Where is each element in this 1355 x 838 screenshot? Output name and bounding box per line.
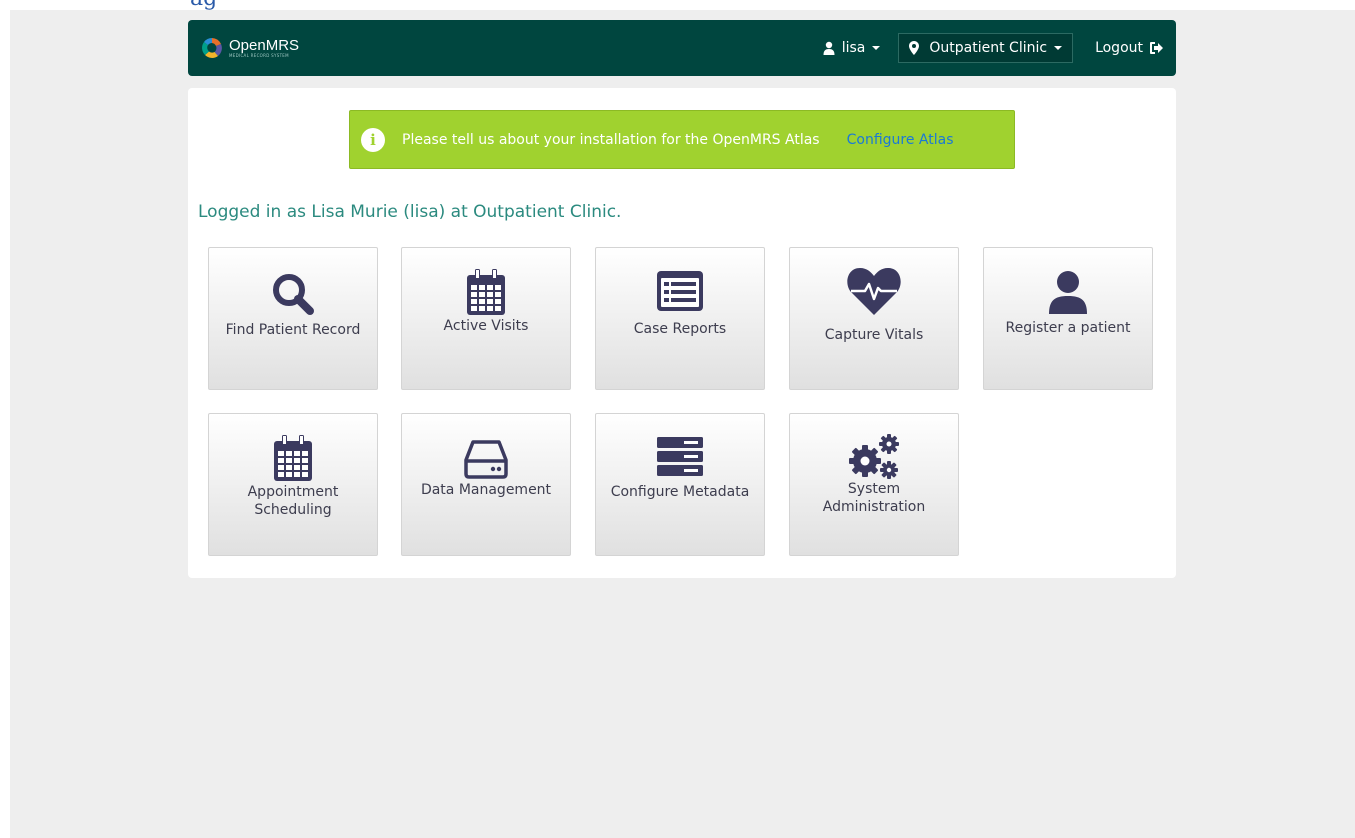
logo-name: OpenMRS — [229, 37, 300, 54]
search-icon — [273, 274, 314, 315]
tile-label: Configure Metadata — [610, 484, 750, 500]
top-navbar: OpenMRS MEDICAL RECORD SYSTEM lisa Outpa… — [188, 20, 1176, 76]
logout-label: Logout — [1095, 40, 1143, 56]
cropped-heading: ag — [190, 0, 270, 10]
tile-label: Find Patient Record — [225, 322, 361, 338]
hdd-icon — [464, 440, 508, 479]
user-name: lisa — [841, 40, 866, 56]
user-icon — [1049, 271, 1087, 314]
heartbeat-icon — [847, 268, 901, 315]
logo-tagline: MEDICAL RECORD SYSTEM — [229, 53, 289, 58]
user-menu[interactable]: lisa — [823, 40, 881, 56]
app-active-visits[interactable]: Active Visits — [401, 247, 571, 390]
tile-label: Active Visits — [443, 318, 529, 334]
tile-label: Capture Vitals — [824, 327, 924, 343]
logged-in-message: Logged in as Lisa Murie (lisa) at Outpat… — [198, 202, 622, 222]
home-content: i Please tell us about your installation… — [188, 88, 1176, 578]
gears-icon — [849, 434, 899, 479]
location-name: Outpatient Clinic — [929, 40, 1048, 56]
caret-down-icon — [872, 46, 881, 50]
app-configure-metadata[interactable]: Configure Metadata — [595, 413, 765, 556]
app-case-reports[interactable]: Case Reports — [595, 247, 765, 390]
calendar-icon — [274, 435, 312, 481]
server-icon — [657, 437, 703, 476]
openmrs-logo[interactable]: OpenMRS MEDICAL RECORD SYSTEM — [200, 36, 299, 60]
user-icon — [823, 41, 835, 55]
app-data-management[interactable]: Data Management — [401, 413, 571, 556]
configure-atlas-link[interactable]: Configure Atlas — [847, 132, 954, 148]
app-capture-vitals[interactable]: Capture Vitals — [789, 247, 959, 390]
tile-label: Case Reports — [633, 321, 727, 337]
alert-message: Please tell us about your installation f… — [402, 131, 820, 148]
list-alt-icon — [657, 271, 703, 311]
sign-out-icon — [1150, 42, 1163, 54]
tile-label: System Administration — [822, 481, 926, 515]
app-appointment-scheduling[interactable]: Appointment Scheduling — [208, 413, 378, 556]
openmrs-logo-icon — [202, 38, 222, 58]
caret-down-icon — [1054, 46, 1063, 50]
logout-link[interactable]: Logout — [1095, 40, 1164, 56]
map-marker-icon — [909, 41, 920, 55]
info-icon: i — [361, 127, 385, 152]
location-menu[interactable]: Outpatient Clinic — [898, 33, 1074, 63]
app-register-patient[interactable]: Register a patient — [983, 247, 1153, 390]
app-system-administration[interactable]: System Administration — [789, 413, 959, 556]
calendar-icon — [467, 269, 505, 315]
tile-label: Register a patient — [1005, 320, 1131, 336]
tile-label: Data Management — [420, 482, 552, 498]
tile-label: Appointment Scheduling — [247, 484, 339, 518]
app-find-patient-record[interactable]: Find Patient Record — [208, 247, 378, 390]
atlas-alert: i Please tell us about your installation… — [349, 110, 1015, 169]
